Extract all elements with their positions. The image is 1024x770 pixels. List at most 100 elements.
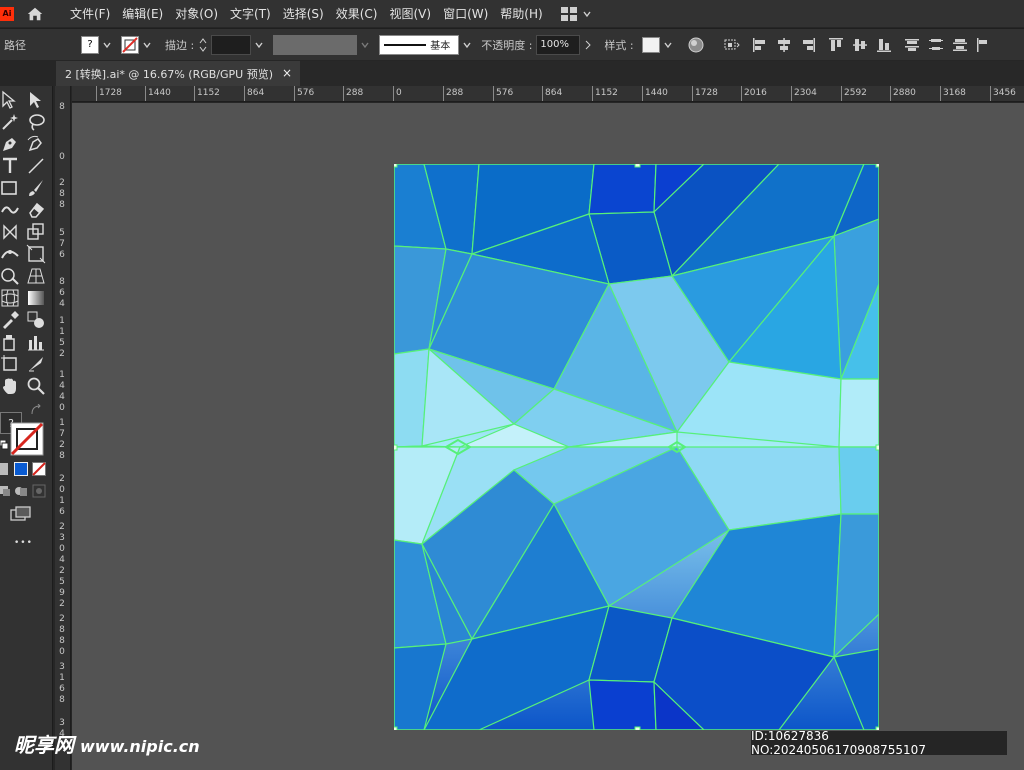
mesh-tool-icon[interactable] [0, 288, 20, 308]
style-dropdown-icon[interactable] [664, 41, 672, 49]
hruler-label: 576 [294, 86, 314, 101]
screen-mode-icon[interactable] [10, 506, 32, 522]
distribute-bottom-icon[interactable] [952, 37, 968, 53]
opacity-label[interactable]: 不透明度 : [481, 37, 532, 53]
free-transform-tool-icon[interactable] [26, 244, 46, 264]
workspace-switcher[interactable] [560, 6, 591, 21]
hruler-label: 1440 [642, 86, 668, 101]
vruler-label: 1 4 4 0 [59, 370, 65, 413]
gradient-tool-icon[interactable] [26, 288, 46, 308]
close-tab-icon[interactable]: × [282, 66, 292, 80]
menu-edit[interactable]: 编辑(E) [116, 5, 169, 22]
profile-dropdown-icon[interactable] [361, 41, 369, 49]
align-top-icon[interactable] [828, 37, 844, 53]
direct-selection-tool-icon[interactable] [26, 90, 46, 110]
rectangle-tool-icon[interactable] [0, 178, 20, 198]
fill-swatch[interactable]: ? [81, 35, 99, 54]
watermark-logo: 昵享网 www.nipic.cn [14, 729, 200, 758]
align-to-selection-icon[interactable] [722, 37, 740, 53]
menu-help[interactable]: 帮助(H) [494, 5, 548, 22]
hand-tool-icon[interactable] [0, 376, 20, 396]
column-graph-tool-icon[interactable] [26, 332, 46, 352]
vruler-label: 2 0 1 6 [59, 474, 65, 517]
blend-tool-icon[interactable] [26, 310, 46, 330]
stroke-stepper-icon[interactable] [198, 36, 208, 54]
stroke-dropdown-icon[interactable] [143, 41, 151, 49]
menu-file[interactable]: 文件(F) [64, 5, 116, 22]
hruler-label: 2016 [741, 86, 767, 101]
lasso-tool-icon[interactable] [26, 112, 46, 132]
brush-stroke-preview [384, 43, 427, 46]
menu-select[interactable]: 选择(S) [277, 5, 330, 22]
fill-dropdown-icon[interactable] [103, 41, 111, 49]
color-mode-button[interactable] [0, 463, 8, 475]
stroke-weight-dropdown-icon[interactable] [255, 41, 263, 49]
menu-effect[interactable]: 效果(C) [330, 5, 384, 22]
slice-tool-icon[interactable] [26, 354, 46, 374]
brush-definition[interactable]: 基本 [379, 34, 460, 55]
brush-dropdown-icon[interactable] [463, 41, 471, 49]
watermark-url: www.nipic.cn [80, 737, 200, 756]
home-icon[interactable] [26, 5, 44, 23]
stroke-swatch[interactable] [121, 35, 139, 54]
distribute-left-icon[interactable] [976, 37, 988, 53]
artboard-tool-icon[interactable] [0, 354, 20, 374]
hruler-label: 1440 [145, 86, 171, 101]
align-horizontal-center-icon[interactable] [776, 37, 792, 53]
opacity-input[interactable]: 100% [536, 34, 581, 55]
stroke-weight-label: 描边 : [165, 38, 195, 52]
rotate-tool-icon[interactable] [0, 222, 20, 242]
perspective-grid-tool-icon[interactable] [26, 266, 46, 286]
artwork-low-poly-blue[interactable] [394, 164, 879, 730]
variable-width-profile[interactable] [273, 34, 358, 55]
vruler-label: 1 1 5 2 [59, 316, 65, 359]
align-vertical-center-icon[interactable] [852, 37, 868, 53]
swap-fill-stroke-icon[interactable] [30, 404, 44, 416]
selection-type-label: 路径 [4, 38, 26, 52]
align-left-icon[interactable] [752, 37, 768, 53]
shape-builder-tool-icon[interactable] [0, 266, 20, 286]
vruler-label: 2 3 0 4 [59, 522, 65, 565]
vruler-label: 8 [59, 102, 65, 112]
width-tool-icon[interactable] [0, 244, 20, 264]
shaper-tool-icon[interactable] [0, 200, 20, 220]
hruler-label: 1728 [692, 86, 718, 101]
more-tools-icon[interactable]: ••• [14, 538, 33, 548]
default-colors-icon[interactable] [0, 440, 8, 450]
hruler-label: 1728 [96, 86, 122, 101]
draw-normal-icon[interactable] [0, 484, 10, 498]
menu-window[interactable]: 窗口(W) [437, 5, 494, 22]
distribute-vertical-center-icon[interactable] [928, 37, 944, 53]
vruler-label: 1 7 2 8 [59, 418, 65, 461]
curvature-tool-icon[interactable] [26, 134, 46, 154]
menu-type[interactable]: 文字(T) [224, 5, 277, 22]
graphic-style-swatch[interactable] [641, 36, 660, 53]
eraser-tool-icon[interactable] [26, 200, 46, 220]
eyedropper-tool-icon[interactable] [0, 310, 20, 330]
draw-inside-icon[interactable] [32, 484, 46, 498]
type-tool-icon[interactable] [0, 156, 20, 176]
align-bottom-icon[interactable] [876, 37, 892, 53]
symbol-sprayer-tool-icon[interactable] [0, 332, 20, 352]
recolor-artwork-icon[interactable] [688, 37, 704, 53]
zoom-tool-icon[interactable] [26, 376, 46, 396]
horizontal-ruler: 1728 1440 1152 864 576 288 0 288 576 864… [72, 86, 1024, 102]
stroke-color-swatch[interactable] [10, 422, 44, 456]
scale-tool-icon[interactable] [26, 222, 46, 242]
menu-object[interactable]: 对象(O) [169, 5, 224, 22]
selection-tool-icon[interactable] [0, 90, 20, 110]
pen-tool-icon[interactable] [0, 134, 20, 154]
stroke-weight-input[interactable] [211, 34, 252, 55]
document-tab[interactable]: 2 [转换].ai* @ 16.67% (RGB/GPU 预览) × [56, 61, 300, 86]
magic-wand-tool-icon[interactable] [0, 112, 20, 132]
chevron-down-icon [583, 11, 591, 17]
draw-behind-icon[interactable] [14, 484, 28, 498]
align-right-icon[interactable] [800, 37, 816, 53]
line-segment-tool-icon[interactable] [26, 156, 46, 176]
distribute-top-icon[interactable] [904, 37, 920, 53]
gradient-mode-button[interactable] [14, 462, 28, 476]
none-mode-button[interactable] [32, 462, 46, 476]
menu-view[interactable]: 视图(V) [383, 5, 437, 22]
paintbrush-tool-icon[interactable] [26, 178, 46, 198]
opacity-arrow-icon[interactable] [584, 40, 592, 50]
